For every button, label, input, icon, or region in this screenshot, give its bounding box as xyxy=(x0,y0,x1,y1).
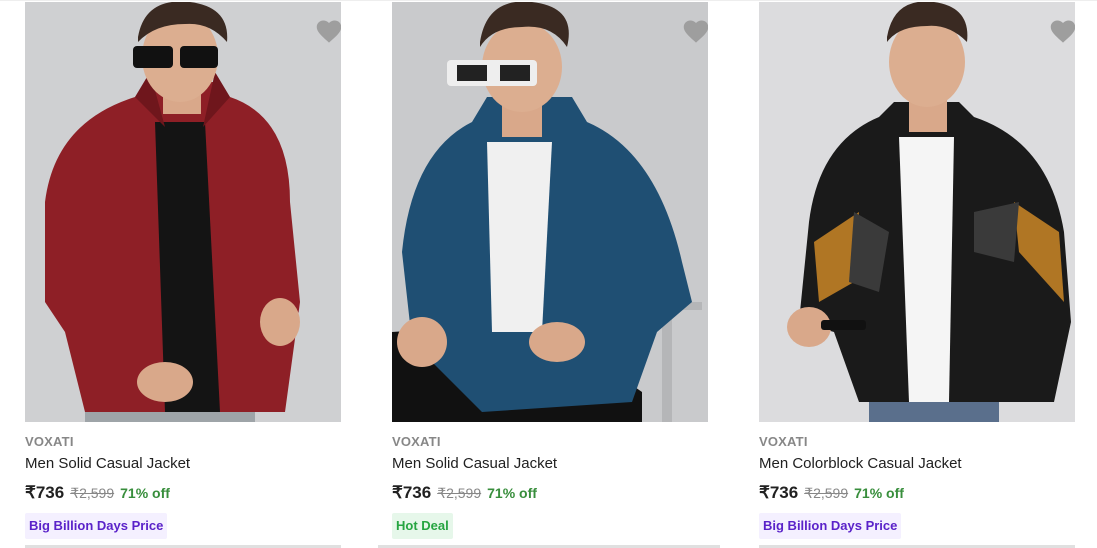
heart-icon[interactable] xyxy=(682,18,708,44)
product-title[interactable]: Men Colorblock Casual Jacket xyxy=(759,455,1075,473)
product-card[interactable]: VOXATI Men Solid Casual Jacket ₹736 ₹2,59… xyxy=(392,2,708,539)
offer-badge: Big Billion Days Price xyxy=(759,513,902,539)
discount-label: 71% off xyxy=(487,485,537,501)
heart-icon[interactable] xyxy=(1049,18,1075,44)
product-brand: VOXATI xyxy=(25,434,74,449)
discount-label: 71% off xyxy=(854,485,904,501)
selling-price: ₹736 xyxy=(759,483,799,502)
product-title[interactable]: Men Solid Casual Jacket xyxy=(392,455,708,473)
product-brand: VOXATI xyxy=(759,434,808,449)
product-image[interactable] xyxy=(392,2,708,422)
price-row: ₹736 ₹2,599 71% off xyxy=(759,483,1075,503)
product-brand: VOXATI xyxy=(392,434,441,449)
offer-badge: Hot Deal xyxy=(392,513,453,539)
product-image[interactable] xyxy=(25,2,341,422)
price-row: ₹736 ₹2,599 71% off xyxy=(392,483,708,503)
top-divider xyxy=(0,0,1097,1)
offer-badge: Big Billion Days Price xyxy=(25,513,168,539)
heart-icon[interactable] xyxy=(315,18,341,44)
original-price: ₹2,599 xyxy=(804,485,849,501)
product-card[interactable]: VOXATI Men Solid Casual Jacket ₹736 ₹2,59… xyxy=(25,2,341,539)
discount-label: 71% off xyxy=(120,485,170,501)
selling-price: ₹736 xyxy=(392,483,432,502)
product-card[interactable]: VOXATI Men Colorblock Casual Jacket ₹736… xyxy=(759,2,1075,539)
selling-price: ₹736 xyxy=(25,483,65,502)
original-price: ₹2,599 xyxy=(437,485,482,501)
product-title[interactable]: Men Solid Casual Jacket xyxy=(25,455,341,473)
original-price: ₹2,599 xyxy=(70,485,115,501)
product-image[interactable] xyxy=(759,2,1075,422)
price-row: ₹736 ₹2,599 71% off xyxy=(25,483,341,503)
